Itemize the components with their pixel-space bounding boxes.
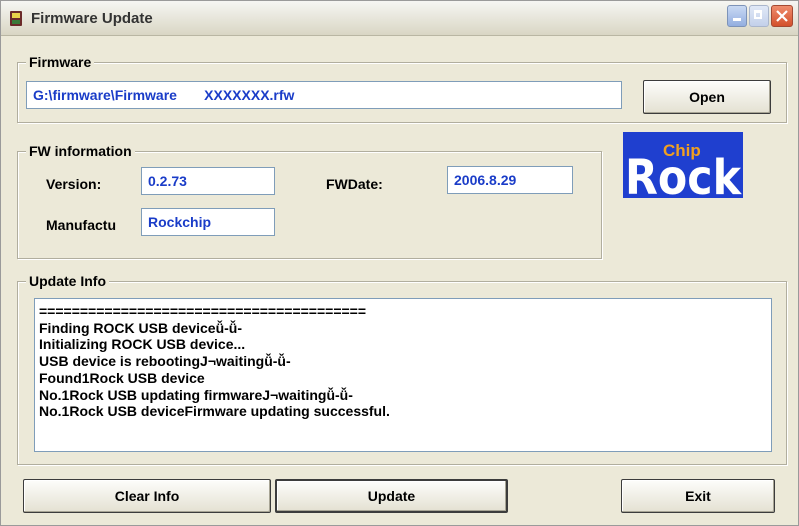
log-line: Found1Rock USB device [39,369,205,386]
title-bar[interactable]: Firmware Update [1,1,798,36]
clear-info-button[interactable]: Clear Info [23,479,271,513]
close-icon [776,10,788,22]
fwdate-label: FWDate: [326,176,383,192]
manufacturer-label: Manufactu [46,217,116,233]
version-field[interactable]: 0.2.73 [141,167,275,195]
firmware-update-window: Firmware Update Firmware G:\firmware\Fir… [0,0,799,526]
log-line: Finding ROCK USB deviceǚ-ǚ- [39,319,242,336]
manufacturer-field[interactable]: Rockchip [141,208,275,236]
fw-information-group: FW information Version: 0.2.73 FWDate: 2… [17,142,602,259]
close-button[interactable] [771,5,793,27]
update-log[interactable]: ========================================… [34,298,772,452]
log-line: Initializing ROCK USB device... [39,336,246,353]
fwdate-field[interactable]: 2006.8.29 [447,166,573,194]
firmware-group: Firmware G:\firmware\Firmware XXXXXXX.rf… [17,53,787,123]
firmware-path-field[interactable]: G:\firmware\Firmware XXXXXXX.rfw [26,81,622,109]
open-button[interactable]: Open [643,80,771,114]
maximize-button[interactable] [749,5,769,27]
minimize-button[interactable] [727,5,747,27]
fw-information-group-title: FW information [26,142,135,160]
log-line: ======================================== [39,303,367,319]
rockchip-logo: Chip Rock [623,132,743,206]
logo-rock-text: Rock [625,150,742,198]
log-line: No.1Rock USB deviceFirmware updating suc… [39,403,390,420]
rockchip-logo-graphic: Chip Rock [623,132,743,206]
version-label: Version: [46,176,102,192]
update-button[interactable]: Update [275,479,508,513]
window-title: Firmware Update [31,10,153,27]
log-line: No.1Rock USB updating firmwareJ¬waitingǚ… [39,386,353,403]
exit-button[interactable]: Exit [621,479,775,513]
update-info-group-title: Update Info [26,272,109,290]
log-line: USB device is rebootingJ¬waitingǚ-ǚ- [39,353,291,370]
firmware-group-title: Firmware [26,53,95,71]
app-icon [10,11,22,26]
